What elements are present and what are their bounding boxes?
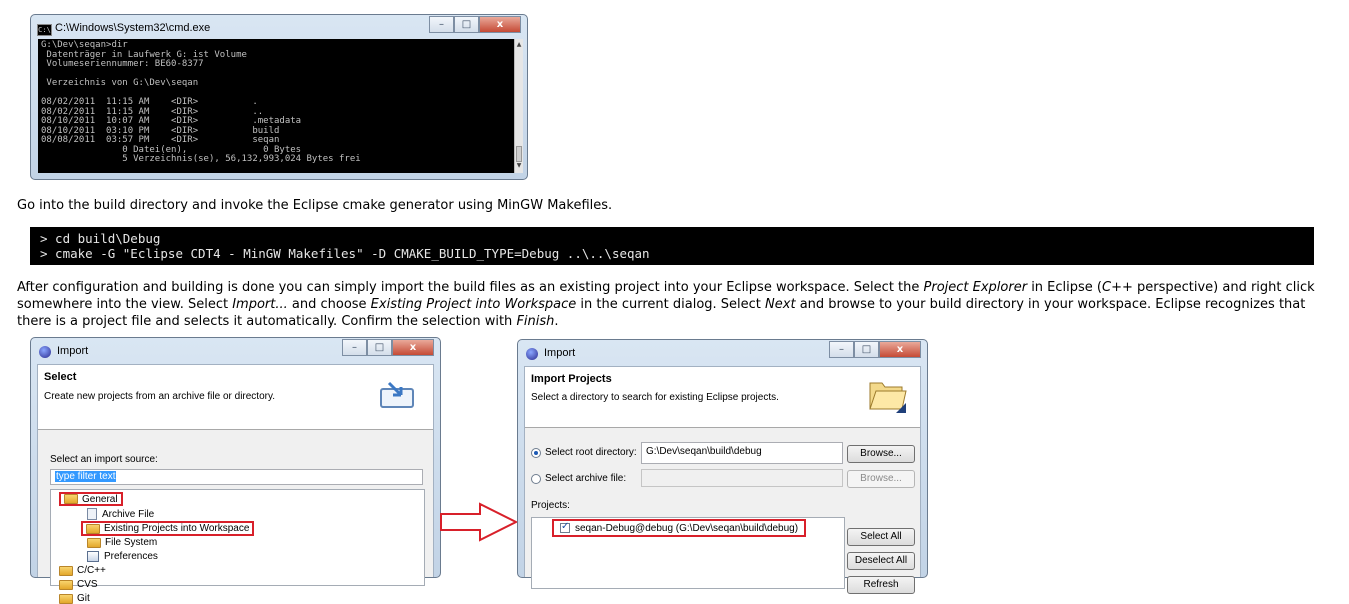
tree-label: Git (77, 593, 90, 604)
emphasis-existing-project: Existing Project into Workspace (370, 297, 577, 312)
tree-label: Archive File (102, 508, 155, 520)
dialog-header: Import Projects Select a directory to se… (525, 367, 920, 428)
projects-label: Projects: (531, 500, 570, 511)
text-span: in the current dialog. Select (576, 297, 766, 312)
paragraph-import: After configuration and building is done… (17, 279, 1337, 330)
preferences-icon (87, 551, 99, 562)
console-output[interactable]: G:\Dev\seqan>dir Datenträger in Laufwerk… (38, 39, 514, 173)
scroll-thumb[interactable] (516, 146, 522, 162)
header-description: Select a directory to search for existin… (531, 392, 779, 403)
maximize-button[interactable]: □ (454, 16, 479, 33)
dialog-header: Select Create new projects from an archi… (38, 365, 433, 430)
radio-unselected-icon[interactable] (531, 473, 541, 484)
projects-list[interactable]: seqan-Debug@debug (G:\Dev\seqan\build\de… (531, 517, 845, 589)
archive-file-input[interactable] (641, 469, 843, 487)
text-span: and choose (287, 297, 371, 312)
scroll-down-icon[interactable]: ▼ (515, 162, 523, 171)
tree-label: CVS (77, 579, 98, 590)
tree-item-preferences[interactable]: Preferences (87, 551, 158, 562)
header-title: Import Projects (531, 373, 612, 385)
tree-item-git[interactable]: Git (59, 593, 90, 604)
import-source-label: Select an import source: (50, 454, 158, 465)
radio-selected-icon[interactable] (531, 447, 541, 458)
eclipse-icon (526, 348, 538, 360)
select-all-button[interactable]: Select All (847, 528, 915, 546)
close-button[interactable]: x (392, 339, 434, 356)
dialog-title: Import (544, 347, 576, 359)
browse-archive-button[interactable]: Browse... (847, 470, 915, 488)
refresh-button[interactable]: Refresh (847, 576, 915, 594)
folder-icon (59, 565, 73, 576)
dialog-body: Import Projects Select a directory to se… (524, 366, 921, 594)
close-button[interactable]: x (479, 16, 521, 33)
emphasis-next: Next (765, 297, 796, 312)
tree-label: Preferences (104, 551, 158, 562)
archive-file-option[interactable]: Select archive file: (531, 473, 626, 484)
filter-selected-text: type filter text (55, 471, 117, 482)
import-dialog-select: Import – □ x Select Create new projects … (30, 337, 441, 604)
emphasis-import: Import... (232, 297, 288, 312)
dialog-body: Select Create new projects from an archi… (37, 364, 434, 604)
import-dialog-projects: Import – □ x Import Projects Select a di… (517, 339, 928, 594)
root-directory-option[interactable]: Select root directory: (531, 447, 637, 458)
project-item[interactable]: seqan-Debug@debug (G:\Dev\seqan\build\de… (552, 519, 807, 537)
folder-icon (87, 537, 101, 548)
tree-label: General (82, 493, 118, 505)
text-span: After configuration and building is done… (17, 280, 924, 295)
console-scrollbar[interactable]: ▲ ▼ (514, 39, 523, 173)
maximize-button[interactable]: □ (854, 341, 879, 358)
tree-item-archive-file[interactable]: Archive File (87, 508, 154, 520)
minimize-button[interactable]: – (429, 16, 454, 33)
deselect-all-button[interactable]: Deselect All (847, 552, 915, 570)
radio-label: Select root directory: (545, 447, 637, 458)
radio-label: Select archive file: (545, 473, 627, 484)
minimize-button[interactable]: – (829, 341, 854, 358)
import-wizard-icon (379, 379, 415, 409)
tree-item-general[interactable]: General (59, 492, 123, 506)
tree-item-existing-projects[interactable]: Existing Projects into Workspace (81, 521, 255, 536)
text-span: . (554, 314, 559, 329)
emphasis-finish: Finish (516, 314, 555, 329)
header-description: Create new projects from an archive file… (44, 391, 276, 402)
folder-icon (59, 579, 73, 590)
filter-input[interactable]: type filter text (50, 469, 423, 485)
scroll-up-icon[interactable]: ▲ (515, 41, 523, 50)
dialog-window-controls: – □ x (342, 339, 434, 356)
dialog-title: Import (57, 345, 89, 357)
emphasis-project-explorer: Project Explorer (923, 280, 1028, 295)
archive-file-icon (87, 508, 97, 520)
project-folder-icon (86, 523, 100, 534)
maximize-button[interactable]: □ (367, 339, 392, 356)
minimize-button[interactable]: – (342, 339, 367, 356)
emphasis-cpp: C++ (1102, 280, 1133, 295)
header-title: Select (44, 371, 77, 383)
import-source-tree[interactable]: General Archive File Existing Projects i… (50, 489, 425, 604)
paragraph-build-dir: Go into the build directory and invoke t… (17, 198, 613, 213)
tree-label: C/C++ (77, 565, 106, 576)
checkbox-checked-icon[interactable] (560, 521, 570, 533)
cmd-icon: C:\ (37, 24, 52, 36)
root-directory-input[interactable]: G:\Dev\seqan\build\debug (641, 442, 843, 464)
tree-item-file-system[interactable]: File System (87, 537, 157, 548)
project-label: seqan-Debug@debug (G:\Dev\seqan\build\de… (575, 522, 799, 534)
cmd-window: C:\ C:\Windows\System32\cmd.exe – □ x G:… (30, 14, 528, 180)
folder-icon (59, 593, 73, 604)
tree-label: File System (105, 537, 158, 548)
close-button[interactable]: x (879, 341, 921, 358)
arrow-right-icon (440, 502, 519, 542)
browse-root-button[interactable]: Browse... (847, 445, 915, 463)
cmd-title: C:\Windows\System32\cmd.exe (55, 22, 211, 34)
code-block: > cd build\Debug > cmake -G "Eclipse CDT… (30, 227, 1314, 265)
tree-item-cvs[interactable]: CVS (59, 579, 98, 590)
text-span: in Eclipse ( (1027, 280, 1102, 295)
folder-open-icon (64, 494, 78, 504)
folder-wizard-icon (866, 375, 908, 415)
eclipse-icon (39, 346, 51, 358)
tree-label: Existing Projects into Workspace (104, 523, 250, 534)
tree-item-cpp[interactable]: C/C++ (59, 565, 106, 576)
cmd-window-controls: – □ x (429, 16, 521, 33)
dialog-window-controls: – □ x (829, 341, 921, 358)
